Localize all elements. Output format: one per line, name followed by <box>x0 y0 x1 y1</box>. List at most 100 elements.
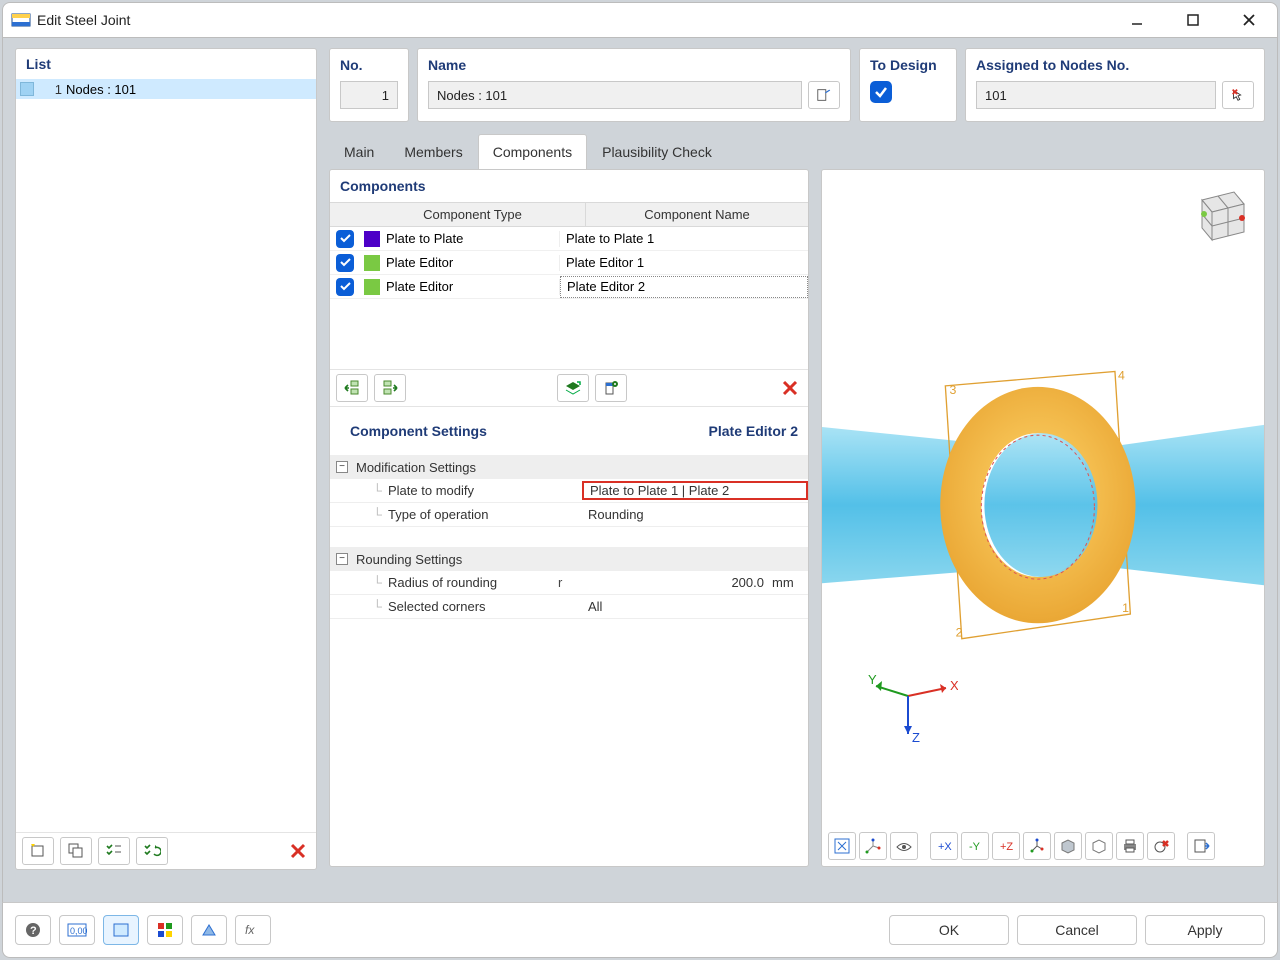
view-cube[interactable] <box>1182 178 1254 250</box>
row-color <box>364 255 380 271</box>
apply-button[interactable]: Apply <box>1145 915 1265 945</box>
duplicate-button[interactable] <box>60 837 92 865</box>
to-design-checkbox[interactable] <box>870 81 892 103</box>
delete-component-button[interactable] <box>778 374 802 402</box>
list-item-label: Nodes : 101 <box>66 82 136 97</box>
check-all-button[interactable] <box>98 837 130 865</box>
row-type: Plate Editor <box>386 279 453 294</box>
delete-button[interactable] <box>286 837 310 865</box>
svg-text:X: X <box>950 678 958 693</box>
fx-button[interactable]: fx <box>235 915 271 945</box>
units-button[interactable]: 0,00 <box>59 915 95 945</box>
list-panel: List 1 Nodes : 101 <box>15 48 317 870</box>
radius-value[interactable]: 200.0 <box>582 575 768 590</box>
svg-text:+Z: +Z <box>1000 841 1013 853</box>
collapse-icon[interactable]: − <box>336 461 348 473</box>
svg-text:Y: Y <box>868 672 877 687</box>
assigned-nodes-label: Assigned to Nodes No. <box>976 57 1254 73</box>
setting-corners[interactable]: └ Selected corners All <box>330 595 808 619</box>
maximize-button[interactable] <box>1179 6 1207 34</box>
table-row[interactable]: Plate Editor Plate Editor 1 <box>330 251 808 275</box>
viewport-3d[interactable]: 3 4 1 2 <box>821 169 1265 867</box>
component-settings: Component Settings Plate Editor 2 − Modi… <box>330 406 808 619</box>
corners-value[interactable]: All <box>582 599 808 614</box>
header-row: No. Name To Design Assigned to Nodes No. <box>329 48 1265 122</box>
assigned-nodes-field[interactable] <box>976 81 1216 109</box>
svg-text:-Y: -Y <box>969 841 981 853</box>
help-button[interactable]: ? <box>15 915 51 945</box>
ok-button[interactable]: OK <box>889 915 1009 945</box>
tab-components[interactable]: Components <box>478 134 587 169</box>
components-panel: Components Component Type Component Name… <box>329 169 809 867</box>
no-field[interactable] <box>340 81 398 109</box>
minimize-button[interactable] <box>1123 6 1151 34</box>
tab-main[interactable]: Main <box>329 134 389 169</box>
to-design-card: To Design <box>859 48 957 122</box>
view-fit-button[interactable] <box>828 832 856 860</box>
view-iso-button[interactable] <box>1023 832 1051 860</box>
row-color <box>364 231 380 247</box>
new-item-button[interactable] <box>22 837 54 865</box>
svg-text:fx: fx <box>245 923 255 937</box>
shape-button[interactable] <box>191 915 227 945</box>
row-checkbox[interactable] <box>336 254 354 272</box>
view-eye-button[interactable] <box>890 832 918 860</box>
app-icon <box>11 10 31 30</box>
row-checkbox[interactable] <box>336 230 354 248</box>
pick-nodes-button[interactable] <box>1222 81 1254 109</box>
window-title: Edit Steel Joint <box>37 12 1123 28</box>
tab-bar: Main Members Components Plausibility Che… <box>329 134 1265 169</box>
setting-plate-to-modify[interactable]: └ Plate to modify Plate to Plate 1 | Pla… <box>330 479 808 503</box>
view-rect-button[interactable] <box>103 915 139 945</box>
colors-button[interactable] <box>147 915 183 945</box>
name-label: Name <box>428 57 840 73</box>
view-plusz-button[interactable]: +Z <box>992 832 1020 860</box>
view-shade2-button[interactable] <box>1085 832 1113 860</box>
edit-name-button[interactable] <box>808 81 840 109</box>
tab-plausibility[interactable]: Plausibility Check <box>587 134 727 169</box>
view-plusx-button[interactable]: +X <box>930 832 958 860</box>
table-row[interactable]: Plate Editor Plate Editor 2 <box>330 275 808 299</box>
row-name: Plate Editor 1 <box>560 252 808 274</box>
export-button[interactable] <box>595 374 627 402</box>
setting-operation[interactable]: └ Type of operation Rounding <box>330 503 808 527</box>
view-axes-button[interactable] <box>859 832 887 860</box>
list-item[interactable]: 1 Nodes : 101 <box>16 79 316 99</box>
import-button[interactable] <box>557 374 589 402</box>
row-name: Plate to Plate 1 <box>560 228 808 250</box>
operation-value[interactable]: Rounding <box>582 507 808 522</box>
list-item-index: 1 <box>42 82 62 97</box>
svg-text:3: 3 <box>949 383 956 397</box>
no-card: No. <box>329 48 409 122</box>
row-type: Plate Editor <box>386 255 453 270</box>
setting-radius[interactable]: └ Radius of rounding r 200.0 mm <box>330 571 808 595</box>
row-name: Plate Editor 2 <box>560 276 808 298</box>
popout-button[interactable] <box>1187 832 1215 860</box>
tab-members[interactable]: Members <box>389 134 477 169</box>
row-checkbox[interactable] <box>336 278 354 296</box>
svg-text:?: ? <box>30 925 37 937</box>
view-shade1-button[interactable] <box>1054 832 1082 860</box>
list-item-color <box>20 82 34 96</box>
settings-breadcrumb: Plate Editor 2 <box>709 423 798 439</box>
close-button[interactable] <box>1235 6 1263 34</box>
footer: ? 0,00 fx OK Cancel Apply <box>2 902 1278 958</box>
table-row[interactable]: Plate to Plate Plate to Plate 1 <box>330 227 808 251</box>
move-down-button[interactable] <box>374 374 406 402</box>
no-label: No. <box>340 57 398 73</box>
name-field[interactable] <box>428 81 802 109</box>
print-button[interactable] <box>1116 832 1144 860</box>
scene-svg: 3 4 1 2 <box>822 170 1264 867</box>
group-modification[interactable]: − Modification Settings <box>330 455 808 479</box>
reset-button[interactable] <box>1147 832 1175 860</box>
components-title: Components <box>330 170 808 202</box>
collapse-icon[interactable]: − <box>336 553 348 565</box>
view-minusy-button[interactable]: -Y <box>961 832 989 860</box>
to-design-label: To Design <box>870 57 946 73</box>
plate-to-modify-value[interactable]: Plate to Plate 1 | Plate 2 <box>582 481 808 500</box>
axes-icon: X Y Z <box>868 666 958 746</box>
move-up-button[interactable] <box>336 374 368 402</box>
reload-button[interactable] <box>136 837 168 865</box>
group-rounding[interactable]: − Rounding Settings <box>330 547 808 571</box>
cancel-button[interactable]: Cancel <box>1017 915 1137 945</box>
